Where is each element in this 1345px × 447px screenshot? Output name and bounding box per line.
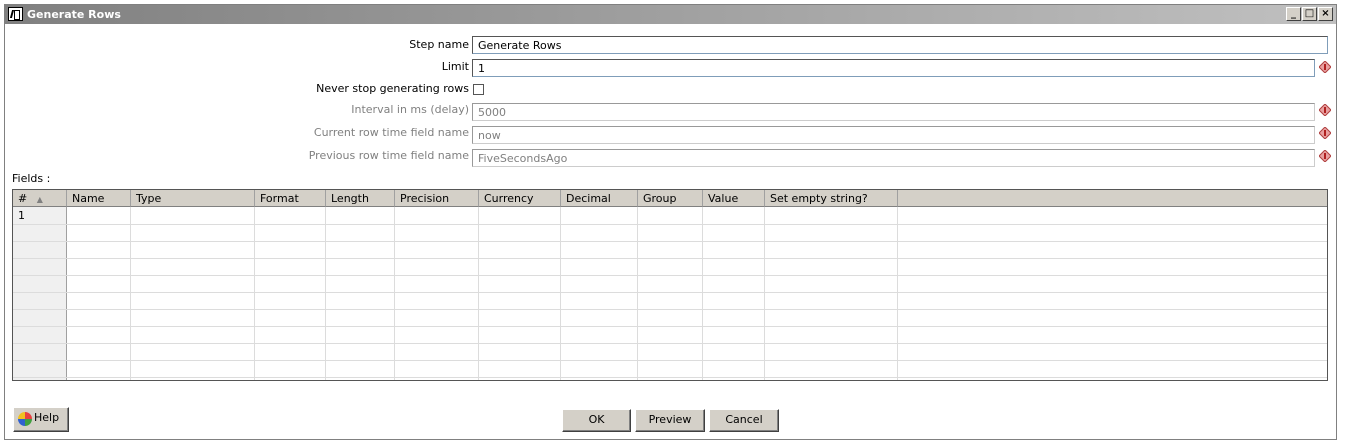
row-number: 1 (18, 209, 25, 222)
variable-diamond-icon[interactable] (1319, 127, 1331, 139)
column-header-type[interactable]: Type (131, 190, 255, 207)
column-header-set-empty-string[interactable]: Set empty string? (765, 190, 898, 207)
sort-ascending-icon: ▲ (36, 195, 43, 204)
never-stop-label: Never stop generating rows (316, 82, 469, 95)
limit-input[interactable]: 1 (472, 59, 1315, 77)
generate-rows-dialog: Generate Rows _ □ × Step name Generate R… (4, 4, 1337, 440)
close-button[interactable]: × (1318, 7, 1333, 21)
column-header-decimal[interactable]: Decimal (561, 190, 638, 207)
column-header-format[interactable]: Format (255, 190, 326, 207)
cancel-button[interactable]: Cancel (709, 409, 779, 432)
variable-diamond-icon[interactable] (1319, 150, 1331, 162)
column-header-currency[interactable]: Currency (479, 190, 561, 207)
never-stop-checkbox[interactable] (473, 84, 484, 95)
help-button[interactable]: Help (13, 407, 69, 432)
preview-button[interactable]: Preview (635, 409, 705, 432)
table-row[interactable]: 1 (13, 207, 1327, 224)
variable-diamond-icon[interactable] (1319, 104, 1331, 116)
variable-diamond-icon[interactable] (1319, 61, 1331, 73)
current-row-label: Current row time field name (313, 126, 469, 139)
previous-row-label: Previous row time field name (308, 149, 469, 162)
step-name-label: Step name (409, 38, 469, 51)
column-header-filler (898, 190, 1327, 207)
window-title: Generate Rows (27, 8, 121, 21)
fields-label: Fields : (12, 172, 51, 185)
step-name-input[interactable]: Generate Rows (472, 36, 1328, 54)
minimize-button[interactable]: _ (1286, 7, 1301, 21)
column-header-precision[interactable]: Precision (395, 190, 479, 207)
transform-step-icon (8, 7, 23, 21)
column-header-length[interactable]: Length (326, 190, 395, 207)
previous-row-input[interactable]: FiveSecondsAgo (472, 149, 1315, 167)
fields-table[interactable]: # ▲ Name Type Format Length Precision Cu… (12, 189, 1328, 381)
row-number-column (13, 207, 67, 380)
column-header-group[interactable]: Group (638, 190, 703, 207)
interval-input[interactable]: 5000 (472, 103, 1315, 121)
maximize-button[interactable]: □ (1302, 7, 1317, 21)
title-bar[interactable]: Generate Rows _ □ × (5, 5, 1336, 24)
column-header-value[interactable]: Value (703, 190, 765, 207)
window-controls: _ □ × (1285, 7, 1333, 21)
current-row-input[interactable]: now (472, 126, 1315, 144)
column-header-name[interactable]: Name (67, 190, 131, 207)
column-header-number[interactable]: # ▲ (13, 190, 67, 207)
help-globe-icon (18, 412, 32, 426)
interval-label: Interval in ms (delay) (351, 103, 469, 116)
limit-label: Limit (441, 60, 469, 73)
ok-button[interactable]: OK (562, 409, 631, 432)
